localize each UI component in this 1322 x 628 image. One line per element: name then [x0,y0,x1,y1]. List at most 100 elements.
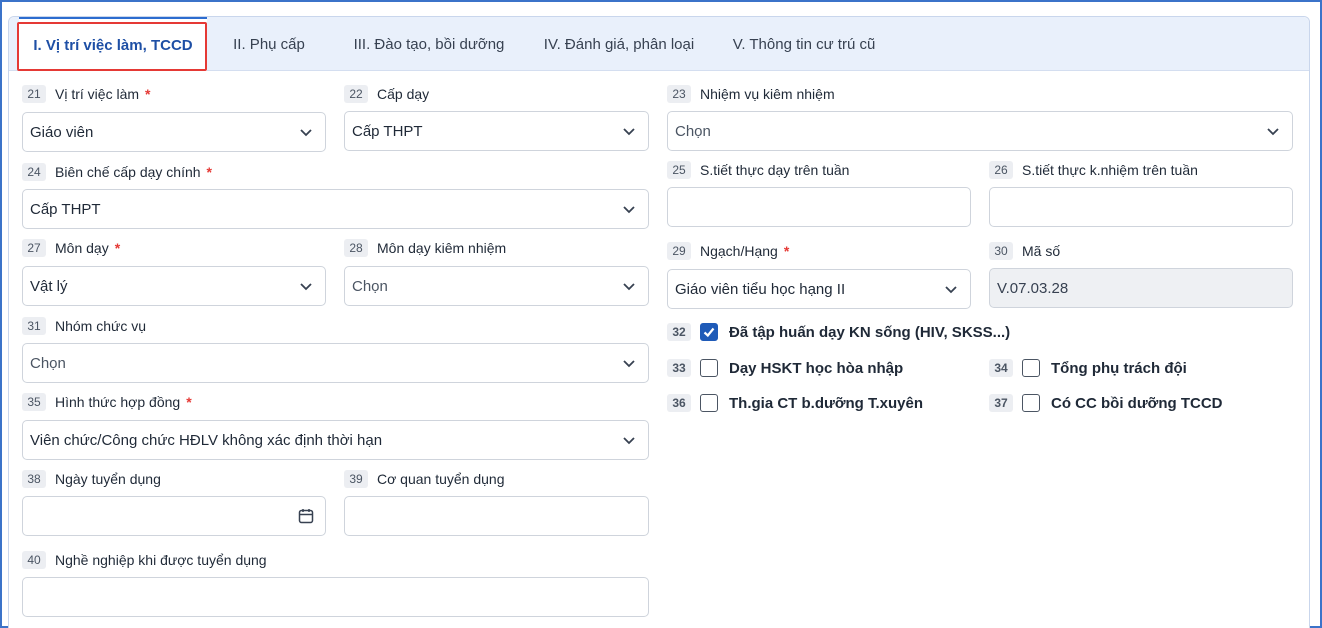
label-co-quan-tuyen-dung: 39 Cơ quan tuyển dụng [344,470,505,488]
calendar-icon[interactable] [297,507,315,525]
tab-thong-tin-cu-tru-cu[interactable]: V. Thông tin cư trú cũ [719,17,889,71]
select-value: Chọn [675,122,711,140]
tab-label: I. Vị trí việc làm, TCCD [33,36,193,54]
select-value: Cấp THPT [352,122,423,140]
checkbox-row-cc-boi-duong-tccd[interactable]: 37 Có CC bồi dưỡng TCCD [989,394,1223,412]
chevron-down-icon [944,282,958,296]
select-mon-day[interactable]: Vật lý [22,266,326,306]
field-label-text: Nhiệm vụ kiêm nhiệm [700,86,835,102]
field-number: 30 [989,242,1013,260]
checkbox[interactable] [700,359,718,377]
chevron-down-icon [622,279,636,293]
checkbox[interactable] [1022,394,1040,412]
field-label-text: Ngạch/Hạng [700,243,778,259]
select-cap-day[interactable]: Cấp THPT [344,111,649,151]
field-number: 28 [344,239,368,257]
field-number: 23 [667,85,691,103]
field-number: 35 [22,393,46,411]
checkbox-label: Tổng phụ trách đội [1051,359,1187,377]
select-mon-day-kiem-nhiem[interactable]: Chọn [344,266,649,306]
checkbox-label: Có CC bồi dưỡng TCCD [1051,394,1223,412]
select-nhom-chuc-vu[interactable]: Chọn [22,343,649,383]
field-number: 37 [989,394,1013,412]
checkbox[interactable] [1022,359,1040,377]
input-ma-so: V.07.03.28 [989,268,1293,308]
required-mark: * [186,394,192,410]
field-label-text: Biên chế cấp dạy chính [55,164,201,180]
input-so-tiet-kiem-nhiem[interactable] [989,187,1293,227]
checkbox-row-tap-huan-kn-song[interactable]: 32 Đã tập huấn dạy KN sống (HIV, SKSS...… [667,323,1010,341]
tab-label: III. Đào tạo, bồi dưỡng [353,35,505,53]
label-ngach-hang: 29 Ngạch/Hạng * [667,242,789,260]
field-number: 38 [22,470,46,488]
field-label-text: Vị trí việc làm [55,86,140,102]
label-hinh-thuc-hop-dong: 35 Hình thức hợp đồng * [22,393,192,411]
field-number: 40 [22,551,46,569]
input-nghe-nghiep-khi-tuyen-dung[interactable] [22,577,649,617]
select-ngach-hang[interactable]: Giáo viên tiểu học hạng II [667,269,971,309]
tab-bar: I. Vị trí việc làm, TCCD II. Phụ cấp III… [9,17,1309,71]
field-label-text: Nhóm chức vụ [55,318,147,334]
checkbox-row-boi-duong-thuong-xuyen[interactable]: 36 Th.gia CT b.dưỡng T.xuyên [667,394,923,412]
field-label-text: S.tiết thực dạy trên tuần [700,162,850,178]
required-mark: * [145,86,151,102]
tab-danh-gia-phan-loai[interactable]: IV. Đánh giá, phân loại [534,17,704,71]
checkbox[interactable] [700,394,718,412]
label-mon-day: 27 Môn dạy * [22,239,120,257]
label-ngay-tuyen-dung: 38 Ngày tuyển dụng [22,470,161,488]
field-label-text: S.tiết thực k.nhiệm trên tuần [1022,162,1198,178]
select-bien-che-cap-day-chinh[interactable]: Cấp THPT [22,189,649,229]
field-number: 34 [989,359,1013,377]
field-number: 21 [22,85,46,103]
field-number: 32 [667,323,691,341]
select-value: Viên chức/Công chức HĐLV không xác định … [30,431,383,449]
input-so-tiet-thuc-day[interactable] [667,187,971,227]
field-number: 26 [989,161,1013,179]
chevron-down-icon [299,125,313,139]
required-mark: * [114,240,121,256]
select-value: Cấp THPT [30,200,101,218]
field-label-text: Nghề nghiệp khi được tuyển dụng [55,552,267,568]
checkbox-row-tong-phu-trach-doi[interactable]: 34 Tổng phụ trách đội [989,359,1187,377]
field-number: 31 [22,317,46,335]
label-so-tiet-kiem-nhiem: 26 S.tiết thực k.nhiệm trên tuần [989,161,1198,179]
date-input-ngay-tuyen-dung[interactable] [22,496,326,536]
select-value: Chọn [30,354,66,372]
select-vi-tri-viec-lam[interactable]: Giáo viên [22,112,326,152]
label-nhiem-vu-kiem-nhiem: 23 Nhiệm vụ kiêm nhiệm [667,85,835,103]
field-number: 29 [667,242,691,260]
tab-vi-tri-viec-lam[interactable]: I. Vị trí việc làm, TCCD [19,17,207,71]
checkmark-icon [703,327,715,338]
tab-dao-tao-boi-duong[interactable]: III. Đào tạo, bồi dưỡng [339,17,519,71]
input-value: V.07.03.28 [997,279,1069,297]
field-label-text: Mã số [1022,243,1061,259]
label-so-tiet-thuc-day: 25 S.tiết thực dạy trên tuần [667,161,849,179]
label-vi-tri-viec-lam: 21 Vị trí việc làm * [22,85,150,103]
field-label-text: Môn dạy [55,240,109,256]
chevron-down-icon [622,356,636,370]
form-panel [8,16,1310,628]
field-label-text: Hình thức hợp đồng [55,394,181,410]
select-hinh-thuc-hop-dong[interactable]: Viên chức/Công chức HĐLV không xác định … [22,420,649,460]
field-number: 36 [667,394,691,412]
tab-phu-cap[interactable]: II. Phụ cấp [214,17,324,71]
field-label-text: Ngày tuyển dụng [55,471,161,487]
required-mark: * [783,243,790,259]
select-nhiem-vu-kiem-nhiem[interactable]: Chọn [667,111,1293,151]
select-value: Giáo viên [30,123,94,141]
select-value: Chọn [352,277,388,295]
chevron-down-icon [622,124,636,138]
checkbox-checked[interactable] [700,323,718,341]
checkbox-label: Dạy HSKT học hòa nhập [729,359,904,377]
field-number: 24 [22,163,46,181]
label-cap-day: 22 Cấp dạy [344,85,429,103]
chevron-down-icon [622,433,636,447]
checkbox-row-day-hskt[interactable]: 33 Dạy HSKT học hòa nhập [667,359,903,377]
field-label-text: Cấp dạy [377,86,430,102]
input-co-quan-tuyen-dung[interactable] [344,496,649,536]
chevron-down-icon [299,279,313,293]
label-nghe-nghiep-khi-tuyen-dung: 40 Nghề nghiệp khi được tuyển dụng [22,551,267,569]
field-number: 33 [667,359,691,377]
field-number: 27 [22,239,46,257]
checkbox-label: Đã tập huấn dạy KN sống (HIV, SKSS...) [729,323,1011,341]
